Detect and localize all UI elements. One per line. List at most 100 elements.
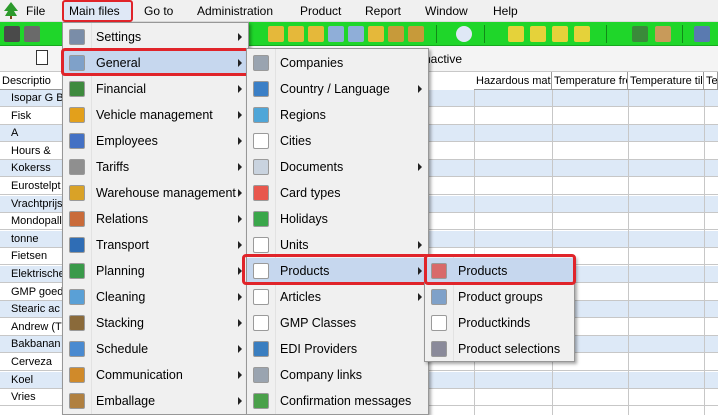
menu-product[interactable]: Product — [298, 3, 343, 20]
general-item-country-language[interactable]: Country / Language — [247, 76, 428, 102]
boxes-icon[interactable] — [655, 26, 671, 42]
tab-inactive[interactable]: nactive — [424, 52, 462, 66]
submenu-arrow-icon — [238, 33, 242, 41]
row-description-cell: GMP goed — [0, 283, 64, 301]
submenu-arrow-icon — [238, 85, 242, 93]
row-description-cell: Fietsen — [0, 248, 64, 266]
main-files-item-schedule[interactable]: Schedule — [63, 336, 248, 362]
menu-main-files[interactable]: Main files — [67, 3, 122, 20]
general-item-edi-providers[interactable]: EDI Providers — [247, 336, 428, 362]
products-item-product-selections[interactable]: Product selections — [425, 336, 574, 362]
general-item-label: Card types — [280, 186, 341, 200]
toolbar-tool-2-icon[interactable] — [288, 26, 304, 42]
schedule-icon — [69, 341, 85, 357]
confirm-icon — [253, 393, 269, 409]
menu-file[interactable]: File — [24, 3, 47, 20]
general-item-confirmation-messages[interactable]: Confirmation messages — [247, 388, 428, 414]
toolbar-separator — [436, 25, 437, 43]
main-files-item-cleaning[interactable]: Cleaning — [63, 284, 248, 310]
menu-main-files-label: Main files — [69, 4, 120, 18]
toolbar-tool-7-icon[interactable] — [388, 26, 404, 42]
palm-icon — [253, 211, 269, 227]
toolbar-tool-3-icon[interactable] — [308, 26, 324, 42]
column-header-hazardous[interactable]: Hazardous mat — [474, 72, 552, 90]
row-description-cell: Vries — [0, 389, 64, 407]
window-icon[interactable] — [694, 26, 710, 42]
main-files-item-label: Stacking — [96, 316, 144, 330]
row-description-cell: Cerveza — [0, 354, 64, 371]
main-files-item-emballage[interactable]: Emballage — [63, 388, 248, 414]
general-item-label: Cities — [280, 134, 312, 148]
truck-yellow-3-icon[interactable] — [552, 26, 568, 42]
main-files-item-communication[interactable]: Communication — [63, 362, 248, 388]
toolbar-tool-4-icon[interactable] — [328, 26, 344, 42]
submenu-arrow-icon — [238, 345, 242, 353]
main-files-item-stacking[interactable]: Stacking — [63, 310, 248, 336]
main-files-item-planning[interactable]: Planning — [63, 258, 248, 284]
main-files-item-employees[interactable]: Employees — [63, 128, 248, 154]
products-item-label: Product selections — [458, 342, 561, 356]
general-submenu: Companies Country / Language Regions Cities… — [246, 48, 429, 415]
general-item-company-links[interactable]: Company links — [247, 362, 428, 388]
menu-go-to[interactable]: Go to — [142, 3, 175, 20]
globe-search-icon[interactable] — [456, 26, 472, 42]
submenu-arrow-icon — [418, 241, 422, 249]
general-item-holidays[interactable]: Holidays — [247, 206, 428, 232]
row-description-cell: A — [0, 125, 64, 143]
column-header-temp-till[interactable]: Temperature till — [628, 72, 704, 90]
general-item-cities[interactable]: Cities — [247, 128, 428, 154]
general-item-label: Country / Language — [280, 82, 390, 96]
general-item-gmp-classes[interactable]: GMP Classes — [247, 310, 428, 336]
main-files-item-relations[interactable]: Relations — [63, 206, 248, 232]
menu-help[interactable]: Help — [491, 3, 520, 20]
save-icon[interactable] — [4, 26, 20, 42]
general-item-articles[interactable]: Articles — [247, 284, 428, 310]
products-item-callout-box — [424, 254, 576, 285]
main-files-item-label: Warehouse management — [96, 186, 236, 200]
main-files-item-tariffs[interactable]: Tariffs — [63, 154, 248, 180]
submenu-arrow-icon — [418, 163, 422, 171]
column-header-description[interactable]: Descriptio — [0, 72, 64, 90]
submenu-arrow-icon — [238, 163, 242, 171]
print-icon[interactable] — [24, 26, 40, 42]
toolbar-tool-6-icon[interactable] — [368, 26, 384, 42]
truck-yellow-2-icon[interactable] — [530, 26, 546, 42]
product-groups-icon — [431, 289, 447, 305]
toolbar-tool-5-icon[interactable] — [348, 26, 364, 42]
submenu-arrow-icon — [238, 137, 242, 145]
toolbar-tool-1-icon[interactable] — [268, 26, 284, 42]
toolbar-separator — [606, 25, 607, 43]
column-header-temp-from[interactable]: Temperature fro — [552, 72, 628, 90]
products-item-product-groups[interactable]: Product groups — [425, 284, 574, 310]
menu-window[interactable]: Window — [423, 3, 470, 20]
general-item-label: Holidays — [280, 212, 328, 226]
exit-door-icon[interactable] — [632, 26, 648, 42]
new-document-icon[interactable] — [36, 50, 48, 65]
main-files-item-vehicle-management[interactable]: Vehicle management — [63, 102, 248, 128]
row-description-cell: Vrachtprijs — [0, 195, 64, 213]
products-item-productkinds[interactable]: Productkinds — [425, 310, 574, 336]
menu-report[interactable]: Report — [363, 3, 403, 20]
toolbar-tool-8-icon[interactable] — [408, 26, 424, 42]
main-files-item-settings[interactable]: Settings — [63, 24, 248, 50]
truck-yellow-4-icon[interactable] — [574, 26, 590, 42]
main-files-item-warehouse-management[interactable]: Warehouse management — [63, 180, 248, 206]
truck-yellow-1-icon[interactable] — [508, 26, 524, 42]
products-callout-box — [242, 254, 430, 285]
menu-administration[interactable]: Administration — [195, 3, 275, 20]
main-files-item-label: Schedule — [96, 342, 149, 356]
general-item-card-types[interactable]: Card types — [247, 180, 428, 206]
menu-window-label: Window — [425, 4, 468, 18]
general-item-companies[interactable]: Companies — [247, 50, 428, 76]
general-item-regions[interactable]: Regions — [247, 102, 428, 128]
row-description-cell: Stearic ac — [0, 301, 64, 319]
column-header-te[interactable]: Te — [704, 72, 718, 90]
column-divider — [552, 90, 553, 415]
main-files-item-financial[interactable]: Financial — [63, 76, 248, 102]
general-item-documents[interactable]: Documents — [247, 154, 428, 180]
main-files-item-transport[interactable]: Transport — [63, 232, 248, 258]
submenu-arrow-icon — [238, 189, 242, 197]
menu-help-label: Help — [493, 4, 518, 18]
menu-report-label: Report — [365, 4, 402, 18]
productkinds-icon — [431, 315, 447, 331]
